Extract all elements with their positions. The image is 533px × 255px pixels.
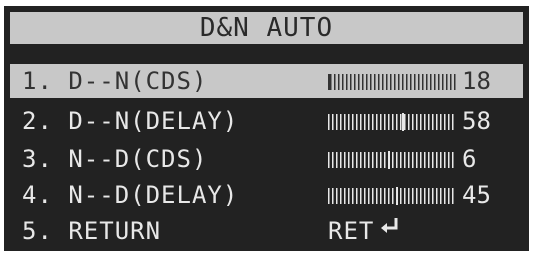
menu-item-value: 45 bbox=[462, 181, 491, 209]
menu-item-return[interactable]: 5. RETURN RET bbox=[10, 214, 523, 248]
menu-item-label: 5. RETURN bbox=[22, 217, 162, 245]
menu-item-label: 1. D--N(CDS) bbox=[22, 67, 208, 95]
level-bar[interactable] bbox=[328, 151, 456, 169]
menu-item-value: 58 bbox=[462, 107, 491, 135]
level-marker bbox=[388, 151, 390, 169]
menu-item-label: 3. N--D(CDS) bbox=[22, 145, 208, 173]
level-bar[interactable] bbox=[328, 113, 456, 131]
menu-item-value: 6 bbox=[462, 145, 477, 173]
menu-item-nd-cds[interactable]: 3. N--D(CDS) 6 bbox=[10, 142, 523, 176]
level-marker bbox=[396, 187, 398, 205]
menu-item-label: 4. N--D(DELAY) bbox=[22, 181, 239, 209]
menu-title: D&N AUTO bbox=[10, 12, 523, 44]
menu-item-dn-delay[interactable]: 2. D--N(DELAY) 58 bbox=[10, 104, 523, 138]
menu-item-dn-cds[interactable]: 1. D--N(CDS) 18 bbox=[10, 64, 523, 98]
level-marker bbox=[402, 113, 404, 131]
level-bar[interactable] bbox=[328, 74, 458, 90]
return-arrow-icon bbox=[378, 214, 402, 249]
menu-item-value: 18 bbox=[462, 67, 491, 95]
osd-menu: D&N AUTO 1. D--N(CDS) 18 2. D--N(DELAY) … bbox=[4, 6, 529, 251]
menu-item-nd-delay[interactable]: 4. N--D(DELAY) 45 bbox=[10, 178, 523, 212]
return-label: RET bbox=[328, 217, 375, 245]
level-bar[interactable] bbox=[328, 187, 456, 205]
menu-item-label: 2. D--N(DELAY) bbox=[22, 107, 239, 135]
